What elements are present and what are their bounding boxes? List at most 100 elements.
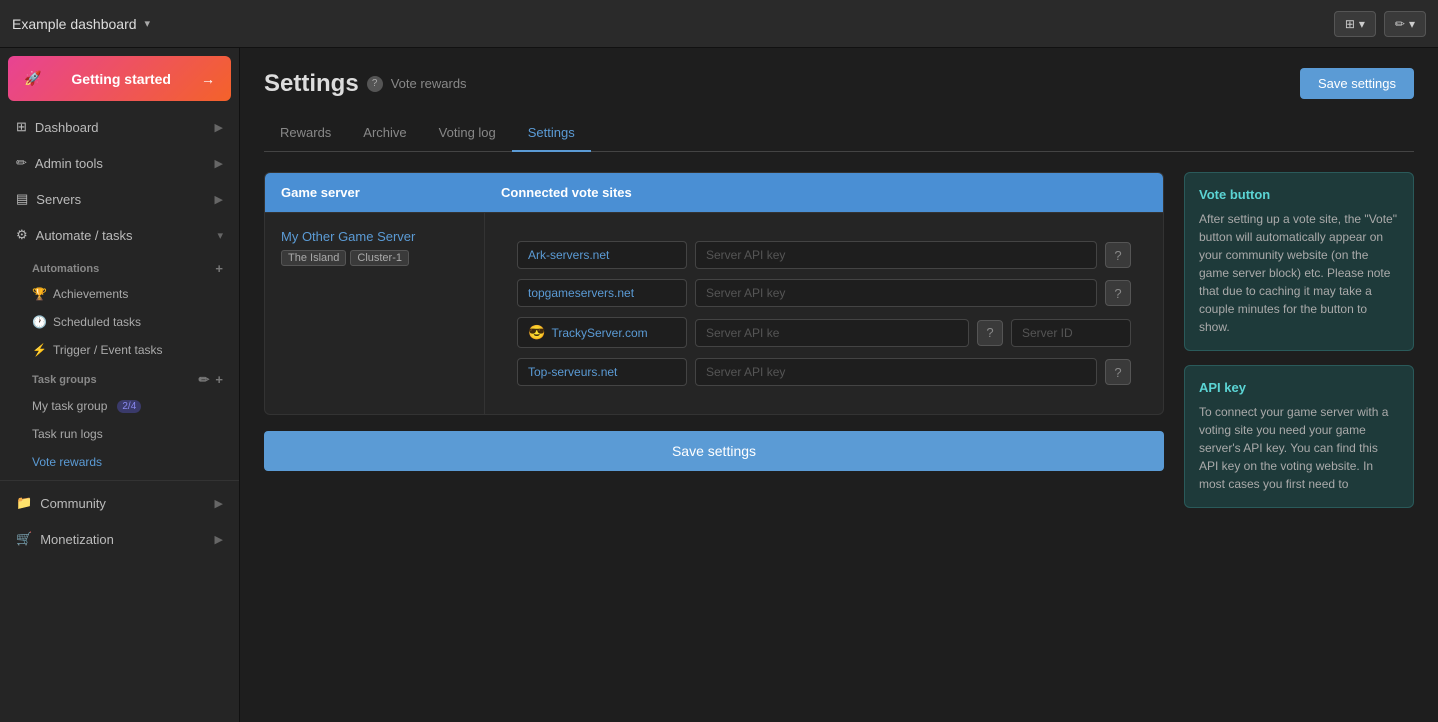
vote-site-tracky-link[interactable]: 😎 TrackyServer.com xyxy=(517,317,687,348)
content-main: Game server Connected vote sites My Othe… xyxy=(264,172,1164,522)
page-title: Settings xyxy=(264,70,359,98)
sidebar-item-label-admin: Admin tools xyxy=(35,156,103,171)
my-task-group-badge: 2/4 xyxy=(117,400,141,413)
api-key-card-text: To connect your game server with a votin… xyxy=(1199,403,1399,493)
sidebar: 🚀 Getting started → ⊞ Dashboard ▶ ✏ Admi… xyxy=(0,48,240,722)
sidebar-item-scheduled-tasks[interactable]: 🕐 Scheduled tasks xyxy=(16,308,239,336)
page-header: Settings ? Vote rewards Save settings xyxy=(264,68,1414,99)
server-name-link[interactable]: My Other Game Server xyxy=(281,229,415,244)
sidebar-item-community[interactable]: 📁 Community ▶ xyxy=(0,485,239,521)
automate-icon: ⚙ xyxy=(16,227,28,243)
automations-add-icon[interactable]: + xyxy=(215,261,223,276)
sidebar-item-label-community: Community xyxy=(40,496,106,511)
trigger-icon: ⚡ xyxy=(32,343,47,357)
sidebar-item-my-task-group[interactable]: My task group 2/4 xyxy=(16,392,239,420)
topgame-help-button[interactable]: ? xyxy=(1105,280,1131,306)
tab-archive[interactable]: Archive xyxy=(347,115,422,152)
sidebar-item-vote-rewards[interactable]: Vote rewards xyxy=(16,448,239,476)
col-vote-sites: Connected vote sites xyxy=(485,173,1163,212)
getting-started-icon: 🚀 xyxy=(24,70,41,87)
topbar-title: Example dashboard xyxy=(12,16,137,32)
task-groups-add-icon[interactable]: + xyxy=(215,372,223,388)
task-groups-section-label: Task groups ✏ + xyxy=(16,364,239,392)
monetization-icon: 🛒 xyxy=(16,531,32,547)
page-help-icon[interactable]: ? xyxy=(367,76,383,92)
sidebar-item-label-dashboard: Dashboard xyxy=(35,120,99,135)
tracky-server-id-input[interactable] xyxy=(1011,319,1131,347)
topgame-api-key-input[interactable] xyxy=(695,279,1097,307)
tools-icon: ✏ xyxy=(1395,17,1405,31)
topbar-right: ⊞ ▾ ✏ ▾ xyxy=(1334,11,1426,37)
sidebar-item-dashboard[interactable]: ⊞ Dashboard ▶ xyxy=(0,109,239,145)
automations-label-text: Automations xyxy=(32,263,99,275)
sidebar-item-monetization[interactable]: 🛒 Monetization ▶ xyxy=(0,521,239,557)
topbar-left: Example dashboard ▾ xyxy=(12,16,150,32)
grid-btn-arrow: ▾ xyxy=(1359,17,1365,31)
sidebar-item-achievements[interactable]: 🏆 Achievements xyxy=(16,280,239,308)
task-groups-label-text: Task groups xyxy=(32,374,97,386)
topserveurs-api-key-input[interactable] xyxy=(695,358,1097,386)
vote-sites-list: Ark-servers.net ? topgameservers.net ? xyxy=(501,229,1147,398)
achievements-icon: 🏆 xyxy=(32,287,47,301)
admin-tools-icon: ✏ xyxy=(16,155,27,171)
getting-started-arrow: → xyxy=(201,71,215,87)
tab-voting-log[interactable]: Voting log xyxy=(423,115,512,152)
vote-site-ark-link[interactable]: Ark-servers.net xyxy=(517,241,687,269)
vote-site-topgame-link[interactable]: topgameservers.net xyxy=(517,279,687,307)
getting-started-label: Getting started xyxy=(71,71,171,87)
task-groups-edit-icon[interactable]: ✏ xyxy=(199,372,210,388)
server-cell: My Other Game Server The Island Cluster-… xyxy=(265,213,485,414)
admin-tools-chevron: ▶ xyxy=(215,157,223,170)
sidebar-item-label-servers: Servers xyxy=(36,192,81,207)
sidebar-item-task-run-logs[interactable]: Task run logs xyxy=(16,420,239,448)
sidebar-item-label-scheduled: Scheduled tasks xyxy=(53,315,141,329)
tracky-icon: 😎 xyxy=(528,324,545,341)
server-tags: The Island Cluster-1 xyxy=(281,250,468,266)
tracky-api-key-input[interactable] xyxy=(695,319,969,347)
save-settings-bottom-button[interactable]: Save settings xyxy=(264,431,1164,471)
vote-table-header: Game server Connected vote sites xyxy=(265,173,1163,212)
vote-button-card-title: Vote button xyxy=(1199,187,1399,202)
grid-button[interactable]: ⊞ ▾ xyxy=(1334,11,1376,37)
sidebar-item-automate[interactable]: ⚙ Automate / tasks ▾ xyxy=(0,217,239,253)
automations-section: Automations + 🏆 Achievements 🕐 Scheduled… xyxy=(0,253,239,476)
ark-api-key-input[interactable] xyxy=(695,241,1097,269)
automate-chevron: ▾ xyxy=(217,229,223,242)
table-row: My Other Game Server The Island Cluster-… xyxy=(265,212,1163,414)
grid-icon: ⊞ xyxy=(1345,17,1355,31)
dashboard-icon: ⊞ xyxy=(16,119,27,135)
ark-help-button[interactable]: ? xyxy=(1105,242,1131,268)
sidebar-item-label-monetization: Monetization xyxy=(40,532,114,547)
server-tag-cluster: Cluster-1 xyxy=(350,250,409,266)
sidebar-item-admin-tools[interactable]: ✏ Admin tools ▶ xyxy=(0,145,239,181)
servers-icon: ▤ xyxy=(16,191,28,207)
servers-chevron: ▶ xyxy=(215,193,223,206)
save-settings-top-button[interactable]: Save settings xyxy=(1300,68,1414,99)
vote-site-topserveurs-link[interactable]: Top-serveurs.net xyxy=(517,358,687,386)
tabs-bar: Rewards Archive Voting log Settings xyxy=(264,115,1414,152)
col-game-server: Game server xyxy=(265,173,485,212)
tab-rewards[interactable]: Rewards xyxy=(264,115,347,152)
sidebar-item-trigger-tasks[interactable]: ⚡ Trigger / Event tasks xyxy=(16,336,239,364)
vote-site-row-tracky: 😎 TrackyServer.com ? xyxy=(517,317,1131,348)
getting-started-button[interactable]: 🚀 Getting started → xyxy=(8,56,231,101)
vote-rewards-label: Vote rewards xyxy=(32,455,102,469)
vote-table: Game server Connected vote sites My Othe… xyxy=(264,172,1164,415)
task-run-logs-label: Task run logs xyxy=(32,427,103,441)
sidebar-item-label-achievements: Achievements xyxy=(53,287,128,301)
topbar-dropdown-arrow[interactable]: ▾ xyxy=(145,17,151,30)
vote-button-card: Vote button After setting up a vote site… xyxy=(1184,172,1414,351)
layout: 🚀 Getting started → ⊞ Dashboard ▶ ✏ Admi… xyxy=(0,48,1438,722)
vote-button-card-text: After setting up a vote site, the "Vote"… xyxy=(1199,210,1399,336)
automations-section-label: Automations + xyxy=(16,253,239,280)
my-task-group-label: My task group xyxy=(32,399,107,413)
info-cards-panel: Vote button After setting up a vote site… xyxy=(1184,172,1414,522)
tracky-help-button[interactable]: ? xyxy=(977,320,1003,346)
sidebar-item-servers[interactable]: ▤ Servers ▶ xyxy=(0,181,239,217)
vote-site-row-topserveurs: Top-serveurs.net ? xyxy=(517,358,1131,386)
content-row: Game server Connected vote sites My Othe… xyxy=(264,172,1414,522)
topserveurs-help-button[interactable]: ? xyxy=(1105,359,1131,385)
main-content: Settings ? Vote rewards Save settings Re… xyxy=(240,48,1438,722)
tab-settings[interactable]: Settings xyxy=(512,115,591,152)
tools-button[interactable]: ✏ ▾ xyxy=(1384,11,1426,37)
